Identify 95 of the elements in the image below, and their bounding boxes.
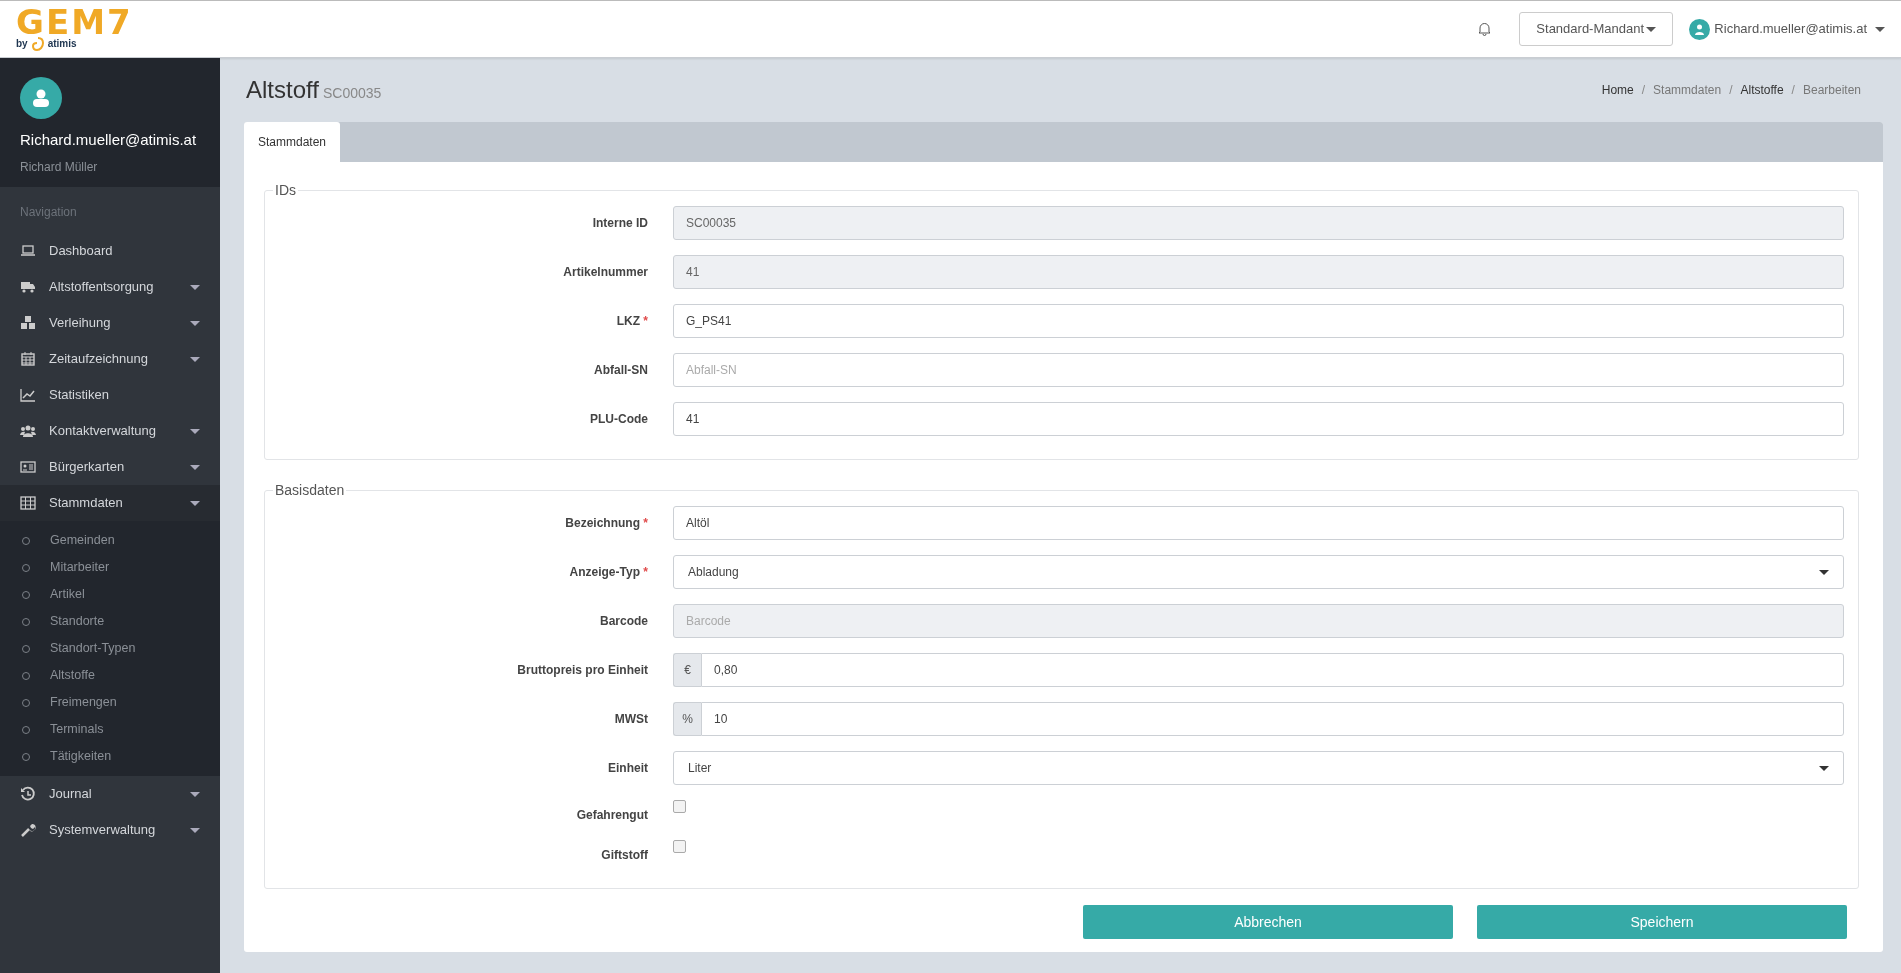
sidebar-item[interactable]: Dashboard <box>49 241 200 261</box>
laptop-icon <box>20 243 36 259</box>
caret-icon <box>190 356 200 362</box>
wrench-icon <box>20 822 36 838</box>
bullet-icon <box>22 672 30 680</box>
caret-icon <box>190 464 200 470</box>
submenu-item[interactable]: Tätigkeiten <box>50 747 112 766</box>
breadcrumb-separator: / <box>1791 82 1795 99</box>
field-label: PLU-Code <box>589 411 648 428</box>
field-label: Einheit <box>607 760 648 777</box>
field-label: LKZ * <box>615 313 648 330</box>
record-id: SC00035 <box>322 84 382 103</box>
field-label: Abfall-SN <box>593 362 648 379</box>
field-label: Artikelnummer <box>562 264 648 281</box>
sidebar-item[interactable]: Altstoffentsorgung <box>49 277 190 297</box>
avatar-icon <box>20 77 62 119</box>
bullet-icon <box>22 726 30 734</box>
input-field[interactable]: G_PS41 <box>673 304 1844 338</box>
id-card-icon <box>20 459 36 475</box>
bullet-icon <box>22 753 30 761</box>
field-label: Bruttopreis pro Einheit <box>516 662 648 679</box>
field-label: Anzeige-Typ * <box>568 564 648 581</box>
sidebar-item[interactable]: Verleihung <box>49 313 190 333</box>
submenu-item[interactable]: Standort-Typen <box>50 639 136 658</box>
input-addon: % <box>673 702 701 736</box>
sidebar-item[interactable]: Zeitaufzeichnung <box>49 349 190 369</box>
field-label: Bezeichnung * <box>564 515 648 532</box>
caret-icon <box>190 428 200 434</box>
avatar-icon <box>1689 18 1711 40</box>
line-chart-icon <box>20 387 36 403</box>
field-label: Barcode <box>598 613 648 630</box>
tab[interactable]: Stammdaten <box>244 122 341 162</box>
caret-icon <box>190 791 200 797</box>
select-field[interactable]: Liter <box>673 751 1844 785</box>
checkbox[interactable] <box>673 800 686 813</box>
select-field[interactable]: Abladung <box>673 555 1844 589</box>
breadcrumb-link[interactable]: Home <box>1601 81 1634 99</box>
input-addon: € <box>673 653 701 687</box>
bell-icon[interactable] <box>1478 22 1492 36</box>
submenu-item[interactable]: Mitarbeiter <box>50 558 110 577</box>
input-field[interactable]: Abfall-SN <box>673 353 1844 387</box>
breadcrumb-link[interactable]: Altstoffe <box>1740 81 1784 99</box>
submenu-item[interactable]: Freimengen <box>50 693 117 712</box>
breadcrumb-item: Bearbeiten <box>1802 82 1861 99</box>
input-field[interactable]: 0,80 <box>701 653 1844 687</box>
input-field[interactable]: Altöl <box>673 506 1844 540</box>
users-icon <box>20 423 36 439</box>
logo-by-text: by <box>16 38 28 50</box>
submenu-item[interactable]: Standorte <box>50 612 105 631</box>
caret-icon <box>190 827 200 833</box>
input-field[interactable]: 10 <box>701 702 1844 736</box>
logo-mark-icon <box>31 37 44 51</box>
nav-section-label: Navigation <box>19 204 78 221</box>
breadcrumb-item: Stammdaten <box>1653 82 1722 99</box>
breadcrumb-separator: / <box>1729 82 1733 99</box>
logo-text: GEM7 <box>16 7 133 37</box>
sidebar-item[interactable]: Systemverwaltung <box>49 820 190 840</box>
bullet-icon <box>22 645 30 653</box>
truck-icon <box>20 279 36 295</box>
bullet-icon <box>22 618 30 626</box>
user-name: Richard Müller <box>20 158 99 176</box>
sidebar-item[interactable]: Kontaktverwaltung <box>49 421 190 441</box>
caret-icon <box>190 320 200 326</box>
tenant-select[interactable]: Standard-Mandant <box>1519 12 1674 46</box>
sidebar-item[interactable]: Bürgerkarten <box>49 457 190 477</box>
fieldset-legend: Basisdaten <box>273 480 347 500</box>
bullet-icon <box>22 564 30 572</box>
caret-icon <box>1646 26 1657 32</box>
submenu-item[interactable]: Terminals <box>50 720 104 739</box>
input-field[interactable]: 41 <box>673 402 1844 436</box>
table-icon <box>20 495 36 511</box>
submenu-item[interactable]: Gemeinden <box>50 531 115 550</box>
bullet-icon <box>22 537 30 545</box>
field-label: MWSt <box>613 711 648 728</box>
user-menu-link[interactable]: Richard.mueller@atimis.at <box>1714 19 1885 39</box>
submenu-item[interactable]: Artikel <box>50 585 85 604</box>
breadcrumb-separator: / <box>1641 82 1646 99</box>
field-label: Giftstoff <box>600 847 648 864</box>
field-label: Gefahrengut <box>575 807 648 824</box>
cubes-icon <box>20 315 36 331</box>
checkbox[interactable] <box>673 840 686 853</box>
bullet-icon <box>22 699 30 707</box>
sidebar-item[interactable]: Journal <box>49 784 190 804</box>
submenu-item[interactable]: Altstoffe <box>50 666 95 685</box>
field-label: Interne ID <box>591 215 648 232</box>
page-title: Altstoff <box>246 75 319 105</box>
fieldset-legend: IDs <box>273 180 298 200</box>
bullet-icon <box>22 591 30 599</box>
user-email: Richard.mueller@atimis.at <box>20 130 198 150</box>
caret-icon <box>190 500 200 506</box>
caret-icon <box>190 284 200 290</box>
calendar-icon <box>20 351 36 367</box>
sidebar-item[interactable]: Statistiken <box>49 385 200 405</box>
logo-brand-text: atimis <box>47 38 77 50</box>
history-icon <box>20 786 36 802</box>
